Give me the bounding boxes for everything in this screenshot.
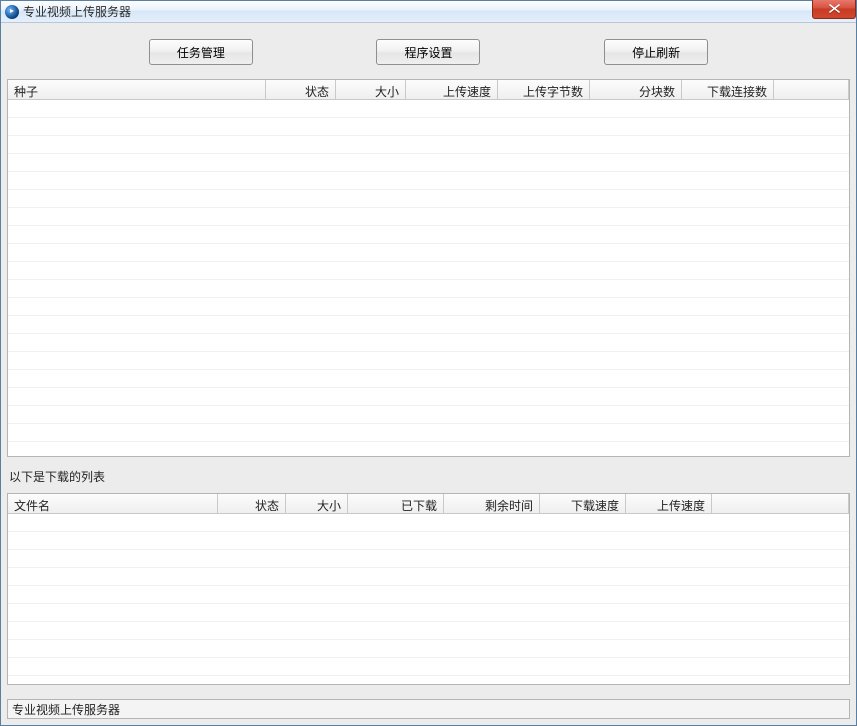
download-section-label: 以下是下载的列表 [7,461,850,489]
table-row[interactable] [8,298,849,316]
table-row[interactable] [8,208,849,226]
close-button[interactable] [812,0,856,19]
col-dl-status[interactable]: 状态 [218,494,286,513]
col-dl-upload-speed[interactable]: 上传速度 [626,494,712,513]
table-row[interactable] [8,568,849,586]
table-row[interactable] [8,370,849,388]
table-row[interactable] [8,424,849,442]
col-downloaded[interactable]: 已下载 [348,494,444,513]
stop-refresh-button[interactable]: 停止刷新 [604,39,708,65]
col-download-speed[interactable]: 下载速度 [540,494,626,513]
table-row[interactable] [8,388,849,406]
table-row[interactable] [8,640,849,658]
table-row[interactable] [8,262,849,280]
table-row[interactable] [8,172,849,190]
col-upload-speed[interactable]: 上传速度 [406,80,498,99]
col-dl-size[interactable]: 大小 [286,494,348,513]
col-filename[interactable]: 文件名 [8,494,218,513]
table-row[interactable] [8,550,849,568]
table-row[interactable] [8,154,849,172]
col-dl-tail[interactable] [712,494,849,513]
app-icon [5,5,19,19]
table-row[interactable] [8,190,849,208]
col-upload-bytes[interactable]: 上传字节数 [498,80,590,99]
table-row[interactable] [8,280,849,298]
upload-grid-header[interactable]: 种子 状态 大小 上传速度 上传字节数 分块数 下载连接数 [8,80,849,100]
table-row[interactable] [8,406,849,424]
table-row[interactable] [8,226,849,244]
table-row[interactable] [8,604,849,622]
col-status[interactable]: 状态 [266,80,336,99]
statusbar-text: 专业视频上传服务器 [12,701,120,718]
client-area: 任务管理 程序设置 停止刷新 种子 状态 大小 上传速度 上传字节数 分块数 下… [1,23,856,725]
download-grid[interactable]: 文件名 状态 大小 已下载 剩余时间 下载速度 上传速度 [8,494,849,684]
table-row[interactable] [8,100,849,118]
table-row[interactable] [8,334,849,352]
col-tail[interactable] [774,80,849,99]
table-row[interactable] [8,136,849,154]
table-row[interactable] [8,514,849,532]
col-seed[interactable]: 种子 [8,80,266,99]
upload-list-pane: 种子 状态 大小 上传速度 上传字节数 分块数 下载连接数 [7,79,850,457]
upload-grid-body[interactable] [8,100,849,456]
col-download-connections[interactable]: 下载连接数 [682,80,774,99]
download-list-pane: 文件名 状态 大小 已下载 剩余时间 下载速度 上传速度 [7,493,850,685]
col-chunks[interactable]: 分块数 [590,80,682,99]
download-grid-header[interactable]: 文件名 状态 大小 已下载 剩余时间 下载速度 上传速度 [8,494,849,514]
table-row[interactable] [8,352,849,370]
statusbar: 专业视频上传服务器 [7,699,850,719]
task-manager-button[interactable]: 任务管理 [149,39,253,65]
table-row[interactable] [8,586,849,604]
settings-button[interactable]: 程序设置 [376,39,480,65]
close-icon [829,4,840,13]
table-row[interactable] [8,118,849,136]
table-row[interactable] [8,622,849,640]
col-size[interactable]: 大小 [336,80,406,99]
upload-grid[interactable]: 种子 状态 大小 上传速度 上传字节数 分块数 下载连接数 [8,80,849,456]
app-window: 专业视频上传服务器 任务管理 程序设置 停止刷新 种子 状态 大小 上传速度 上… [0,0,857,726]
download-grid-body[interactable] [8,514,849,684]
table-row[interactable] [8,658,849,676]
window-title: 专业视频上传服务器 [23,3,131,20]
titlebar[interactable]: 专业视频上传服务器 [1,1,856,23]
table-row[interactable] [8,532,849,550]
col-remaining-time[interactable]: 剩余时间 [444,494,540,513]
table-row[interactable] [8,316,849,334]
toolbar: 任务管理 程序设置 停止刷新 [7,29,850,75]
table-row[interactable] [8,244,849,262]
